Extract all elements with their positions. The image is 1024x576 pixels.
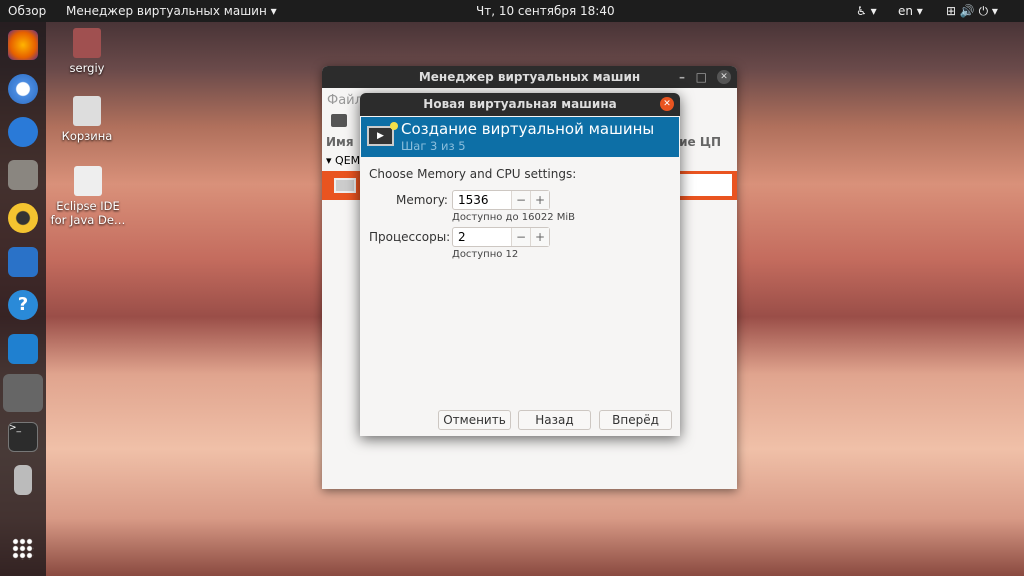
files-icon[interactable]	[8, 160, 38, 190]
terminal-icon[interactable]: >_	[8, 422, 38, 452]
clock[interactable]: Чт, 10 сентября 18:40	[476, 4, 615, 18]
cpu-increment-button[interactable]: +	[530, 228, 549, 246]
wizard-step: Шаг 3 из 5	[401, 139, 466, 153]
desktop-icon-eclipse[interactable]: Eclipse IDE for Java De…	[48, 166, 128, 227]
memory-hint: Доступно до 16022 MiB	[452, 212, 576, 223]
rhythmbox-icon[interactable]	[8, 203, 38, 233]
memory-label: Memory:	[396, 193, 448, 207]
virt-manager-icon[interactable]	[3, 374, 43, 412]
window-title: Менеджер виртуальных машин	[418, 70, 641, 84]
settings-prompt: Choose Memory and CPU settings:	[369, 167, 577, 181]
usb-icon[interactable]	[14, 465, 32, 495]
wizard-header: ▶ Создание виртуальной машины Шаг 3 из 5	[361, 117, 679, 157]
memory-increment-button[interactable]: +	[530, 191, 549, 209]
vm-create-icon: ▶	[367, 126, 394, 146]
dialog-title: Новая виртуальная машина	[423, 97, 617, 111]
language-menu[interactable]: en ▾	[898, 4, 923, 18]
menu-file[interactable]: Файл	[327, 93, 363, 108]
firefox-icon[interactable]	[8, 30, 38, 60]
desktop-icon-label: Корзина	[61, 129, 113, 143]
maximize-button[interactable]: □	[696, 66, 707, 88]
app-menu[interactable]: Менеджер виртуальных машин ▾	[66, 4, 277, 18]
cpu-label: Процессоры:	[369, 230, 451, 244]
cpu-graph	[678, 174, 732, 196]
star-icon	[390, 122, 398, 130]
chromium-icon[interactable]	[8, 74, 38, 104]
writer-icon[interactable]	[8, 247, 38, 277]
desktop-icon-label: Eclipse IDE for Java De…	[50, 199, 126, 227]
back-button[interactable]: Назад	[518, 410, 591, 430]
dock: ? >_	[0, 22, 46, 576]
memory-spinner[interactable]: 1536 − +	[452, 190, 550, 210]
cpu-input[interactable]: 2	[453, 228, 511, 246]
desktop-icon-home[interactable]: sergiy	[52, 28, 122, 75]
vscode-icon[interactable]	[8, 334, 38, 364]
cpu-decrement-button[interactable]: −	[511, 228, 530, 246]
cancel-button[interactable]: Отменить	[438, 410, 511, 430]
desktop-icon-trash[interactable]: Корзина	[52, 96, 122, 143]
cpu-hint: Доступно 12	[452, 249, 519, 260]
connection-group[interactable]: ▾ QEM	[326, 154, 360, 167]
memory-input[interactable]: 1536	[453, 191, 511, 209]
top-bar: Обзор Менеджер виртуальных машин ▾ Чт, 1…	[0, 0, 1024, 22]
group-label: QEM	[335, 154, 361, 167]
home-folder-icon	[73, 28, 101, 58]
desktop-icon-label: sergiy	[69, 61, 105, 75]
dialog-titlebar: Новая виртуальная машина ✕	[360, 93, 680, 116]
window-titlebar: Менеджер виртуальных машин – □ ✕	[322, 66, 737, 88]
memory-decrement-button[interactable]: −	[511, 191, 530, 209]
apps-grid-icon[interactable]	[12, 538, 34, 560]
help-icon[interactable]: ?	[8, 290, 38, 320]
trash-icon	[73, 96, 101, 126]
forward-button[interactable]: Вперёд	[599, 410, 672, 430]
cpu-spinner[interactable]: 2 − +	[452, 227, 550, 247]
eclipse-icon	[74, 166, 102, 196]
dialog-close-button[interactable]: ✕	[660, 97, 674, 111]
vm-monitor-icon	[334, 178, 356, 193]
accessibility-menu[interactable]: ♿ ▾	[856, 4, 877, 18]
wizard-title: Создание виртуальной машины	[401, 120, 655, 138]
system-menu[interactable]: ⊞ 🔊 ⏻ ▾	[946, 4, 998, 19]
new-vm-dialog: Новая виртуальная машина ✕ ▶ Создание ви…	[360, 93, 680, 436]
column-name[interactable]: Имя	[326, 135, 354, 149]
close-button[interactable]: ✕	[717, 70, 731, 84]
minimize-button[interactable]: –	[679, 66, 685, 88]
new-vm-icon[interactable]	[331, 114, 347, 127]
thunderbird-icon[interactable]	[8, 117, 38, 147]
activities-button[interactable]: Обзор	[8, 4, 46, 18]
